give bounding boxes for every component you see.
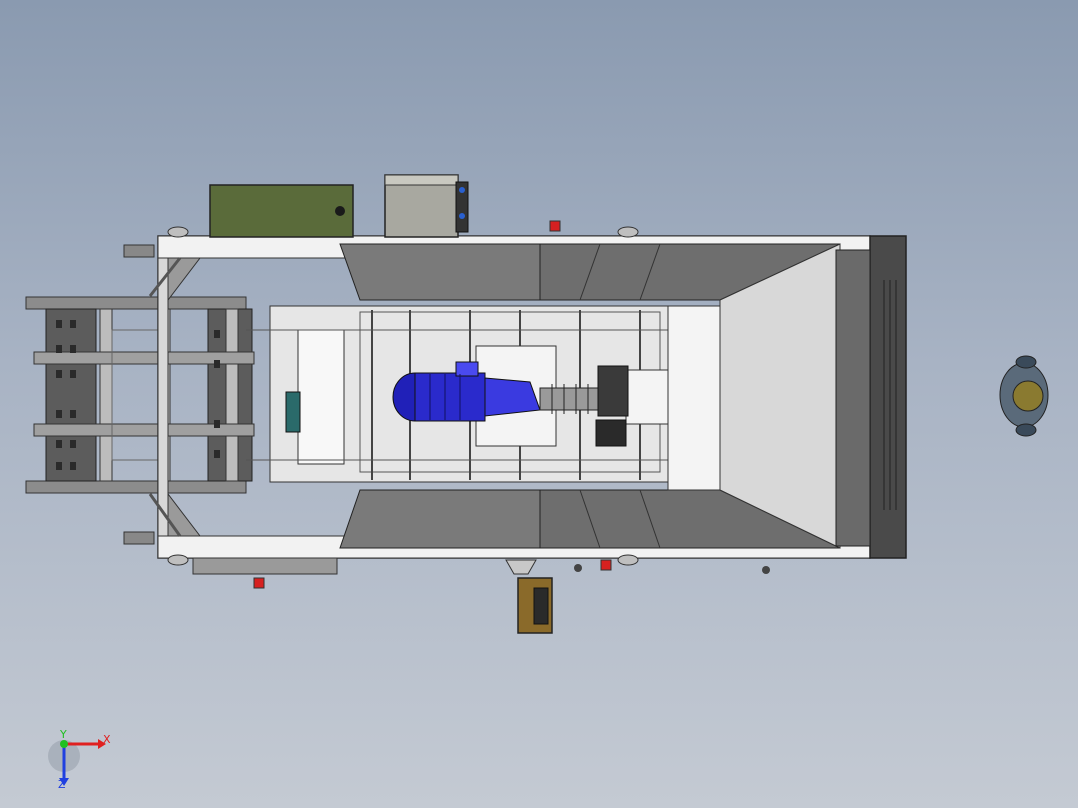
pendant-control-box[interactable] <box>517 577 553 634</box>
orientation-triad: X Y Z <box>48 728 111 791</box>
y-axis-label: Y <box>59 728 67 741</box>
z-axis-label: Z <box>58 778 66 791</box>
end-cap <box>835 235 907 559</box>
gray-drum-motor[interactable] <box>384 174 469 238</box>
operator-figure <box>999 355 1049 437</box>
green-control-cabinet[interactable] <box>209 184 354 238</box>
cabinet-lock-icon <box>335 206 345 216</box>
bottom-rail <box>192 557 770 575</box>
feed-cage <box>25 296 255 494</box>
y-axis-marker <box>60 740 68 748</box>
x-axis-label: X <box>103 733 111 746</box>
cad-viewport[interactable]: X Y Z <box>0 0 1078 808</box>
